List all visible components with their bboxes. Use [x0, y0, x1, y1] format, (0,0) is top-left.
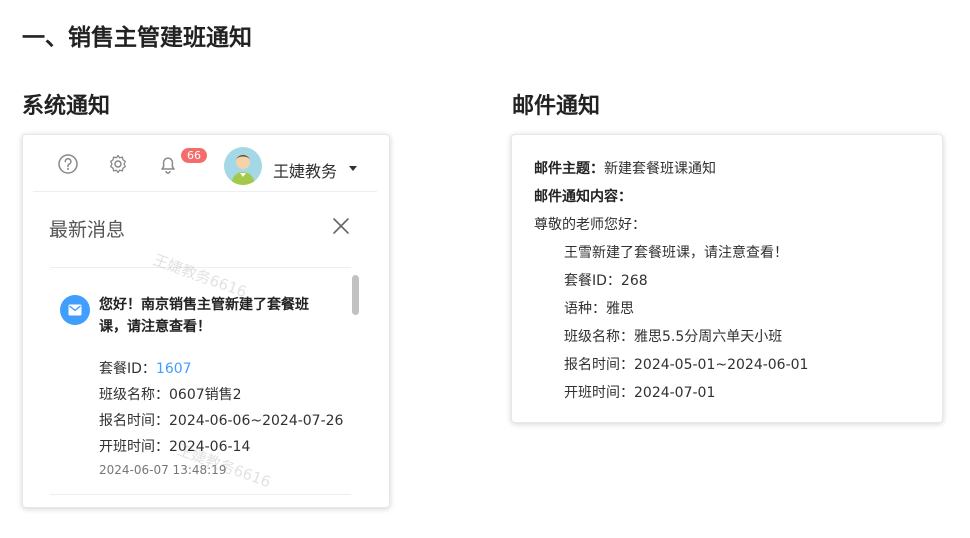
field-label: 班级名称：: [99, 387, 169, 403]
page-title: 一、销售主管建班通知: [22, 25, 252, 51]
message-field-signup-time: 报名时间：2024-06-06~2024-07-26: [99, 410, 343, 430]
message-field-start-time: 开班时间：2024-06-14: [99, 436, 250, 456]
system-notice-card: 66 王婕教务 最新消息 您好！南京销售主管新建了套餐班课，请注意查看！ 套餐I…: [22, 134, 390, 508]
email-field-class-name: 班级名称：雅思5.5分周六单天小班: [564, 326, 782, 346]
email-field-start-time: 开班时间：2024-07-01: [564, 382, 715, 402]
bell-icon[interactable]: [157, 153, 179, 175]
field-value: 2024-07-01: [634, 385, 716, 401]
field-label: 语种：: [564, 301, 606, 317]
top-bar: 66 王婕教务: [33, 135, 377, 192]
mail-icon: [60, 295, 90, 325]
field-label: 开班时间：: [99, 439, 169, 455]
email-subject: 邮件主题：新建套餐班课通知: [534, 158, 716, 178]
field-value: 雅思5.5分周六单天小班: [634, 329, 783, 345]
package-id-link[interactable]: 1607: [156, 361, 192, 377]
gear-icon[interactable]: [107, 153, 129, 175]
email-content-label-text: 邮件通知内容：: [534, 189, 632, 205]
notification-count-badge: 66: [181, 148, 207, 163]
email-subject-label: 邮件主题：: [534, 161, 604, 177]
field-value: 雅思: [606, 301, 634, 317]
field-label: 开班时间：: [564, 385, 634, 401]
scrollbar-thumb[interactable]: [352, 275, 359, 315]
email-content-label: 邮件通知内容：: [534, 186, 632, 206]
email-field-package-id: 套餐ID：268: [564, 270, 648, 290]
email-greeting: 尊敬的老师您好：: [534, 217, 646, 233]
field-label: 套餐ID：: [99, 361, 156, 377]
field-value: 2024-05-01~2024-06-01: [634, 357, 809, 373]
field-value: 2024-06-06~2024-07-26: [169, 413, 344, 429]
message-field-package-id: 套餐ID：1607: [99, 358, 192, 378]
field-label: 套餐ID：: [564, 273, 621, 289]
divider: [50, 494, 351, 495]
chevron-down-icon[interactable]: [349, 166, 357, 171]
field-label: 报名时间：: [564, 357, 634, 373]
field-value: 0607销售2: [169, 387, 242, 403]
field-label: 班级名称：: [564, 329, 634, 345]
message-title[interactable]: 您好！南京销售主管新建了套餐班课，请注意查看！: [99, 294, 329, 338]
avatar[interactable]: [224, 147, 262, 185]
email-notice-card: 邮件主题：新建套餐班课通知 邮件通知内容： 尊敬的老师您好： 王雪新建了套餐班课…: [511, 134, 943, 423]
field-value: 268: [620, 273, 648, 289]
message-field-class-name: 班级名称：0607销售2: [99, 384, 242, 404]
close-icon[interactable]: [331, 216, 351, 236]
email-field-language: 语种：雅思: [564, 298, 634, 318]
user-name-dropdown[interactable]: 王婕教务: [273, 158, 337, 182]
email-field-signup-time: 报名时间：2024-05-01~2024-06-01: [564, 354, 808, 374]
field-label: 报名时间：: [99, 413, 169, 429]
help-icon[interactable]: [57, 153, 79, 175]
system-notice-heading: 系统通知: [22, 94, 111, 119]
email-body: 王雪新建了套餐班课，请注意查看！: [564, 245, 788, 261]
email-notice-heading: 邮件通知: [512, 94, 601, 119]
email-subject-value: 新建套餐班课通知: [604, 161, 716, 177]
latest-messages-title: 最新消息: [49, 219, 126, 241]
